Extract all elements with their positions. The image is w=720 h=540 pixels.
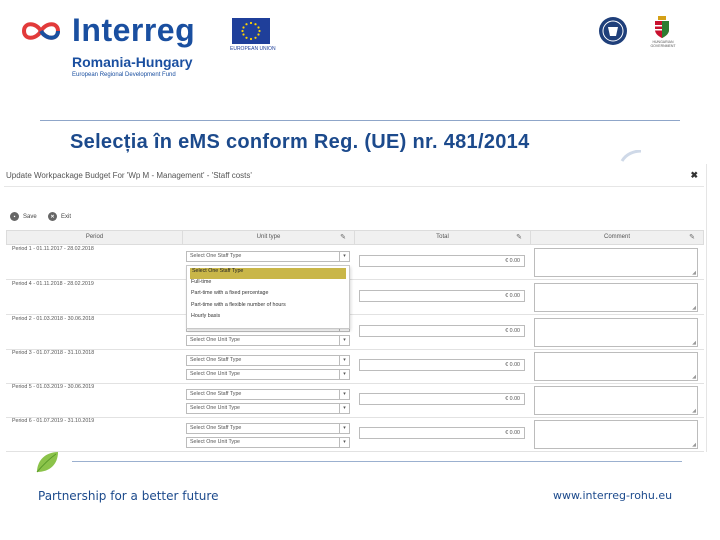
footer-divider: [72, 461, 682, 462]
dialog-divider: [4, 186, 704, 187]
resize-grip-icon[interactable]: ◢: [692, 374, 696, 380]
total-field[interactable]: € 0.00: [359, 325, 525, 337]
staff-type-select[interactable]: Select One Staff Type ▾: [186, 423, 350, 434]
chevron-down-icon[interactable]: ▾: [339, 336, 349, 345]
programme-name: Romania-Hungary: [72, 54, 193, 70]
total-field[interactable]: € 0.00: [359, 359, 525, 371]
slide-title: Selecția în eMS conform Reg. (UE) nr. 48…: [70, 131, 530, 153]
table-row: Period 1 - 01.11.2017 - 28.02.2018 Selec…: [6, 246, 704, 280]
edit-pencil-icon[interactable]: ✎: [689, 231, 695, 244]
exit-label: Exit: [61, 213, 72, 220]
resize-grip-icon[interactable]: ◢: [692, 408, 696, 414]
total-field[interactable]: € 0.00: [359, 255, 525, 267]
interreg-logo-icon: [21, 22, 61, 40]
dropdown-option[interactable]: Full-time: [187, 279, 349, 290]
unit-type-select[interactable]: Select One Unit Type ▾: [186, 369, 350, 380]
total-field[interactable]: € 0.00: [359, 290, 525, 302]
chevron-down-icon[interactable]: ▾: [339, 370, 349, 379]
dropdown-option[interactable]: Part-time with a flexible number of hour…: [187, 302, 349, 313]
period-cell: Period 2 - 01.03.2018 - 30.06.2018: [12, 316, 95, 322]
unit-type-select[interactable]: Select One Unit Type ▾: [186, 335, 350, 346]
interreg-wordmark: Interreg: [72, 12, 196, 48]
exit-button[interactable]: ✕ Exit: [48, 212, 71, 221]
column-header-comment[interactable]: Comment ✎: [531, 231, 703, 244]
resize-grip-icon[interactable]: ◢: [692, 270, 696, 276]
staff-type-select[interactable]: Select One Staff Type ▾: [186, 355, 350, 366]
unit-type-select[interactable]: Select One Unit Type ▾: [186, 403, 350, 414]
fund-name: European Regional Development Fund: [72, 72, 176, 78]
save-button[interactable]: ▪ Save: [10, 212, 37, 221]
resize-grip-icon[interactable]: ◢: [692, 442, 696, 448]
comment-field[interactable]: ◢: [534, 318, 698, 347]
dropdown-option[interactable]: Part-time with a fixed percentage: [187, 290, 349, 301]
title-divider: [40, 120, 680, 121]
column-header-unit-type[interactable]: Unit type ✎: [183, 231, 355, 244]
eu-flag-label: EUROPEAN UNION: [230, 46, 276, 52]
edit-pencil-icon[interactable]: ✎: [516, 231, 522, 244]
comment-field[interactable]: ◢: [534, 352, 698, 381]
total-field[interactable]: € 0.00: [359, 393, 525, 405]
chevron-down-icon[interactable]: ▾: [339, 356, 349, 365]
chevron-down-icon[interactable]: ▾: [339, 252, 349, 261]
staff-type-dropdown-menu: Select One Staff Type Full-time Part-tim…: [186, 265, 350, 329]
period-cell: Period 4 - 01.11.2018 - 28.02.2019: [12, 281, 94, 287]
table-row: Period 2 - 01.03.2018 - 30.06.2018 Selec…: [6, 316, 704, 350]
comment-field[interactable]: ◢: [534, 420, 698, 449]
exit-icon: ✕: [48, 212, 57, 221]
chevron-down-icon[interactable]: ▾: [339, 390, 349, 399]
chevron-down-icon[interactable]: ▾: [339, 404, 349, 413]
staff-type-select[interactable]: Select One Staff Type ▾: [186, 251, 350, 262]
table-row: Period 6 - 01.07.2019 - 31.10.2019 Selec…: [6, 418, 704, 452]
grid-header: Period Unit type ✎ Total ✎ Comment ✎: [6, 230, 704, 245]
footer-website[interactable]: www.interreg-rohu.eu: [553, 489, 672, 502]
period-cell: Period 1 - 01.11.2017 - 28.02.2018: [12, 246, 94, 252]
save-icon: ▪: [10, 212, 19, 221]
chevron-down-icon[interactable]: ▾: [339, 424, 349, 433]
period-cell: Period 6 - 01.07.2019 - 31.10.2019: [12, 418, 95, 424]
leaf-decoration-icon: [36, 452, 58, 473]
table-row: Period 4 - 01.11.2018 - 28.02.2019 Selec…: [6, 281, 704, 315]
hungary-crest-icon: [655, 16, 669, 38]
dropdown-option[interactable]: Hourly basis: [187, 313, 349, 324]
column-header-total[interactable]: Total ✎: [355, 231, 531, 244]
column-header-period[interactable]: Period: [7, 231, 183, 244]
save-label: Save: [23, 213, 37, 220]
interreg-logo: Interreg EUROPEAN UNION Romania-Hungary …: [20, 12, 280, 82]
footer-tagline: Partnership for a better future: [38, 489, 219, 503]
staff-type-select[interactable]: Select One Staff Type ▾: [186, 389, 350, 400]
comment-field[interactable]: ◢: [534, 386, 698, 415]
edit-pencil-icon[interactable]: ✎: [340, 231, 346, 244]
unit-type-select[interactable]: Select One Unit Type ▾: [186, 437, 350, 448]
resize-grip-icon[interactable]: ◢: [692, 305, 696, 311]
ems-screenshot: Update Workpackage Budget For 'Wp M - Ma…: [0, 164, 707, 452]
comment-field[interactable]: ◢: [534, 248, 698, 277]
romania-seal-icon: [599, 17, 627, 45]
hungarian-government-label: HUNGARIAN GOVERNMENT: [650, 40, 676, 48]
chevron-down-icon[interactable]: ▾: [339, 438, 349, 447]
total-field[interactable]: € 0.00: [359, 427, 525, 439]
dialog-title: Update Workpackage Budget For 'Wp M - Ma…: [6, 171, 252, 180]
close-icon[interactable]: ✖: [690, 170, 698, 181]
eu-flag-icon: [232, 18, 270, 44]
table-row: Period 3 - 01.07.2018 - 31.10.2018 Selec…: [6, 350, 704, 384]
period-cell: Period 3 - 01.07.2018 - 31.10.2018: [12, 350, 95, 356]
dropdown-option[interactable]: Select One Staff Type: [190, 268, 346, 280]
table-row: Period 5 - 01.03.2019 - 30.06.2019 Selec…: [6, 384, 704, 418]
resize-grip-icon[interactable]: ◢: [692, 340, 696, 346]
comment-field[interactable]: ◢: [534, 283, 698, 312]
swoosh-decoration-icon: [620, 150, 642, 162]
period-cell: Period 5 - 01.03.2019 - 30.06.2019: [12, 384, 95, 390]
